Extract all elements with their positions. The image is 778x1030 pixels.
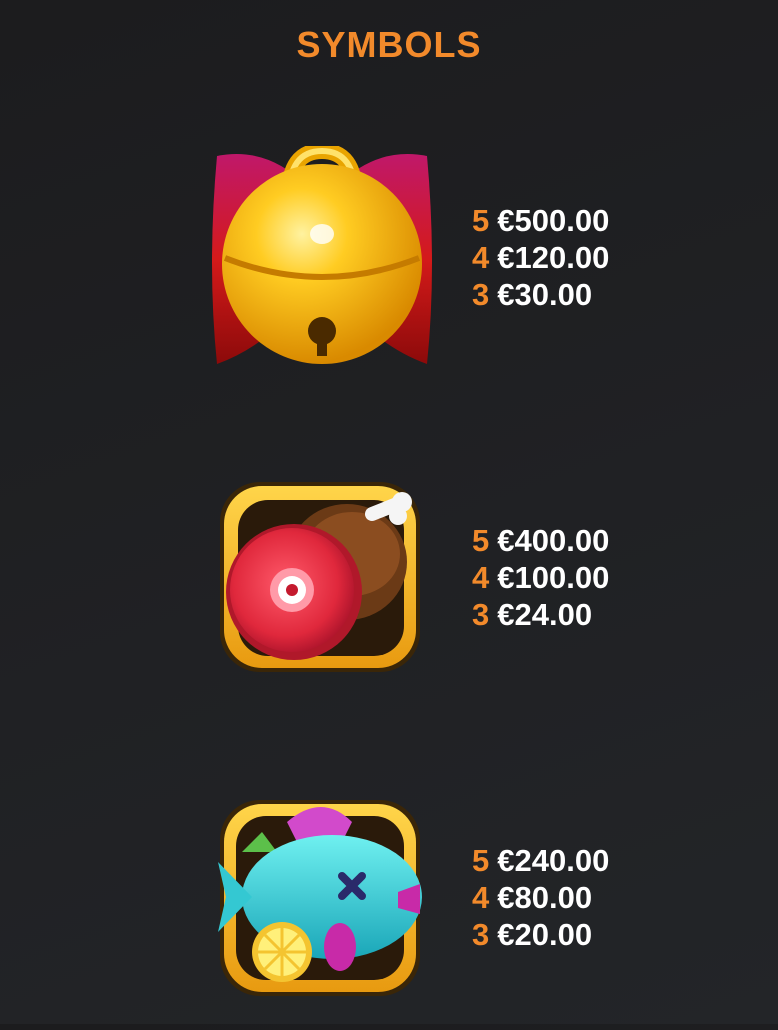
payout-count: 4 (472, 880, 490, 915)
payout-list: 5 €400.00 4 €100.00 3 €24.00 (472, 522, 609, 633)
payout-count: 4 (472, 560, 490, 595)
payout-count: 5 (472, 843, 490, 878)
payout-line: 5 €240.00 (472, 842, 609, 879)
payout-line: 5 €400.00 (472, 522, 609, 559)
payout-amount: €30.00 (497, 277, 593, 312)
fish-icon (212, 792, 442, 1022)
payout-line: 5 €500.00 (472, 202, 609, 239)
payout-count: 3 (472, 277, 490, 312)
payout-amount: €20.00 (497, 917, 593, 952)
payout-line: 4 €120.00 (472, 239, 609, 276)
payout-line: 4 €100.00 (472, 559, 609, 596)
bell-icon (207, 146, 437, 376)
payout-amount: €80.00 (497, 880, 593, 915)
payout-line: 3 €24.00 (472, 596, 609, 633)
payout-line: 3 €30.00 (472, 276, 609, 313)
symbol-row-fish: 5 €240.00 4 €80.00 3 €20.00 (0, 790, 778, 1030)
payout-list: 5 €500.00 4 €120.00 3 €30.00 (472, 202, 609, 313)
payout-line: 3 €20.00 (472, 916, 609, 953)
payout-amount: €100.00 (497, 560, 610, 595)
payout-amount: €24.00 (497, 597, 593, 632)
payout-count: 5 (472, 203, 490, 238)
payout-count: 5 (472, 523, 490, 558)
page-title: SYMBOLS (296, 24, 482, 65)
symbol-row-ham: 5 €400.00 4 €100.00 3 €24.00 (0, 470, 778, 710)
payout-list: 5 €240.00 4 €80.00 3 €20.00 (472, 842, 609, 953)
symbol-row-bell: 5 €500.00 4 €120.00 3 €30.00 (0, 140, 778, 380)
payout-count: 3 (472, 917, 490, 952)
ham-icon (212, 474, 442, 704)
payout-count: 3 (472, 597, 490, 632)
payout-amount: €400.00 (497, 523, 610, 558)
payout-amount: €240.00 (497, 843, 610, 878)
payout-amount: €120.00 (497, 240, 610, 275)
payout-amount: €500.00 (497, 203, 610, 238)
payout-count: 4 (472, 240, 490, 275)
payout-line: 4 €80.00 (472, 879, 609, 916)
